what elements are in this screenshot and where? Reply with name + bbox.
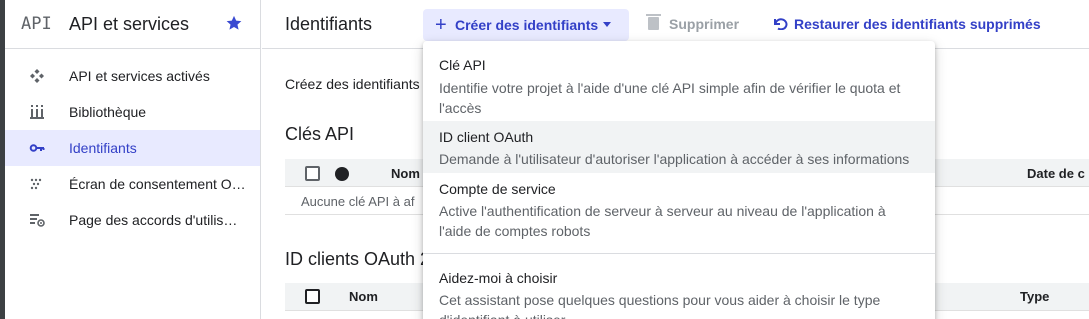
- plus-icon: +: [435, 14, 447, 36]
- menu-item-title: Aidez-moi à choisir: [439, 270, 558, 286]
- restore-button[interactable]: Restaurer des identifiants supprimés: [774, 16, 1041, 32]
- select-all-checkbox[interactable]: [305, 289, 320, 304]
- api-logo: API: [21, 14, 52, 34]
- sidebar-title: API et services: [69, 13, 190, 34]
- library-icon: [29, 104, 45, 120]
- menu-item-oauth-client[interactable]: ID client OAuth Demande à l'utilisateur …: [423, 121, 935, 173]
- sidebar-item-enabled-apis[interactable]: API et services activés: [5, 58, 260, 94]
- agreements-icon: [29, 212, 45, 228]
- sidebar-item-label: Page des accords d'utilis…: [69, 212, 238, 228]
- col-name: Nom: [391, 166, 420, 181]
- create-credentials-menu: Clé API Identifie votre projet à l'aide …: [423, 41, 935, 319]
- menu-item-description: Cet assistant pose quelques questions po…: [439, 292, 881, 319]
- sidebar-header: API API et services: [5, 0, 260, 49]
- sidebar-item-label: Identifiants: [69, 140, 137, 156]
- menu-item-description: Demande à l'utilisateur d'autoriser l'ap…: [439, 151, 910, 167]
- sidebar-item-label: Écran de consentement O…: [69, 176, 246, 192]
- empty-message: Aucune clé API à af: [301, 194, 415, 209]
- undo-icon: [774, 16, 788, 32]
- page-title: Identifiants: [285, 14, 373, 34]
- caret-down-icon: [603, 22, 611, 27]
- delete-button[interactable]: Supprimer: [646, 14, 740, 32]
- col-type: Type: [1020, 289, 1050, 304]
- menu-item-help-me-choose[interactable]: Aidez-moi à choisir Cet assistant pose q…: [423, 262, 935, 319]
- intro-text: Créez des identifiants: [285, 76, 420, 92]
- col-name: Nom: [349, 289, 378, 304]
- sidebar-item-label: API et services activés: [69, 68, 210, 84]
- consent-screen-icon: [29, 176, 45, 192]
- menu-item-api-key[interactable]: Clé API Identifie votre projet à l'aide …: [423, 47, 935, 121]
- sidebar: API API et services API et services acti…: [5, 0, 261, 319]
- restore-label: Restaurer des identifiants supprimés: [794, 16, 1041, 32]
- sidebar-item-consent-screen[interactable]: Écran de consentement O…: [5, 166, 260, 202]
- sidebar-item-agreements[interactable]: Page des accords d'utilis…: [5, 202, 260, 238]
- sidebar-item-label: Bibliothèque: [69, 104, 147, 120]
- oauth-title: ID clients OAuth 2: [285, 249, 431, 269]
- star-icon[interactable]: [225, 14, 243, 32]
- trash-icon: [646, 14, 661, 30]
- menu-item-service-account[interactable]: Compte de service Active l'authentificat…: [423, 173, 935, 249]
- menu-item-description: Active l'authentification de serveur à s…: [439, 203, 886, 239]
- sidebar-item-credentials[interactable]: Identifiants: [5, 130, 260, 166]
- create-credentials-label: Créer des identifiants: [455, 17, 599, 33]
- create-credentials-button[interactable]: + Créer des identifiants: [423, 9, 629, 41]
- key-icon: [29, 140, 45, 156]
- menu-item-description: Identifie votre projet à l'aide d'une cl…: [439, 80, 901, 116]
- col-date: Date de c: [1027, 166, 1085, 181]
- status-icon: [335, 167, 349, 181]
- menu-item-title: Clé API: [439, 57, 486, 73]
- menu-divider: [423, 253, 935, 254]
- enabled-apis-icon: [29, 68, 45, 84]
- select-all-checkbox[interactable]: [305, 166, 320, 181]
- sidebar-item-library[interactable]: Bibliothèque: [5, 94, 260, 130]
- menu-item-title: ID client OAuth: [439, 129, 534, 145]
- menu-item-title: Compte de service: [439, 181, 556, 197]
- delete-label: Supprimer: [669, 16, 740, 32]
- api-keys-title: Clés API: [285, 124, 355, 144]
